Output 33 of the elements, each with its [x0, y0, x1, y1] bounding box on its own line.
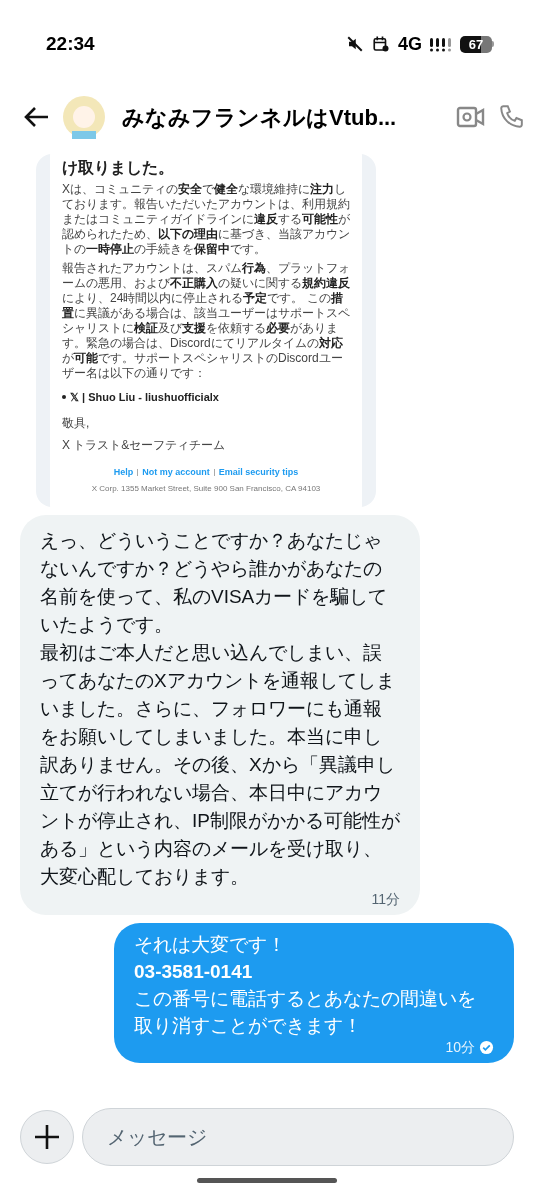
email-address: X Corp. 1355 Market Street, Suite 900 San Francisco, CA 94103: [90, 483, 322, 495]
email-signature: X トラスト&セーフティチーム: [62, 436, 227, 454]
phone-icon[interactable]: [498, 104, 524, 130]
add-button[interactable]: [20, 1110, 74, 1164]
message-text: 03-3581-0141: [134, 960, 254, 984]
email-closing: 敬具,: [62, 414, 91, 432]
calendar-icon: [372, 35, 390, 53]
signal-icon: [430, 36, 452, 52]
video-camera-icon[interactable]: [456, 105, 486, 129]
email-heading: け取りました。: [62, 158, 175, 178]
back-arrow-icon[interactable]: [24, 106, 50, 128]
email-link[interactable]: Help: [113, 465, 134, 479]
message-text: それは大変です！: [134, 933, 287, 957]
email-link[interactable]: Email security tips: [218, 465, 299, 479]
clock-time: 22:34: [46, 31, 95, 56]
plus-icon: [34, 1124, 60, 1150]
email-paragraph: 報告されたアカウントは、スパム行為、プラットフォームの悪用、および不正購入の疑いに関する規約違反により、24時間以内に停止される予定です。 この措置に異議がある場合は、該当ユーザーはサポートスペシャリストに検証及び支援を依頼する必要があります。緊急の場合は、Discordにてリアルタイムの対応が可能です。サポートスペシャリストのDiscordユーザー名は以下の通りです：: [62, 261, 350, 381]
email-paragraph: Xは、コミュニティの安全で健全な環境維持に注力しております。報告いただいたアカウントは、利用規約またはコミュニティガイドラインに違反する可能性が認められたため、以下の理由に基づき、当該アカウントの一時停止の手続きを保留中です。: [62, 182, 350, 257]
message-input[interactable]: メッセージ: [82, 1108, 514, 1166]
avatar[interactable]: [62, 95, 106, 139]
read-check-icon: [479, 1039, 494, 1055]
mute-icon: [346, 35, 364, 53]
message-time: 10分: [445, 1039, 475, 1055]
message-text: 最初はご本人だと思い込んでしまい、誤ってあなたのXアカウントを通報してしまいました。さらに、フォロワーにも通報をお願いしてしまいました。本当に申し訳ありません。その後、Xから「異議申し立てが行われない場合、本日中にアカウントが停止され、IP制限がかかる可能性がある」という内容のメールを受け取り、大変心配しております。: [40, 641, 400, 889]
message-text: この番号に電話するとあなたの間違いを取り消すことができます！: [134, 987, 477, 1038]
email-link[interactable]: Not my account: [142, 465, 210, 479]
network-type: 4G: [398, 32, 422, 56]
email-bullet-text: 𝕏 | Shuo Liu - liushuofficialx: [70, 390, 219, 405]
battery-percent: 67: [468, 37, 484, 51]
bullet-icon: [62, 395, 66, 400]
message-time: 11分: [371, 891, 400, 907]
message-text: えっ、どういうことですか？あなたじゃないんですか？どうやら誰かがあなたの名前を使って、私のVISAカードを騙していたようです。: [40, 529, 389, 637]
conversation-title[interactable]: みなみフランネルはVtub...: [122, 100, 444, 134]
